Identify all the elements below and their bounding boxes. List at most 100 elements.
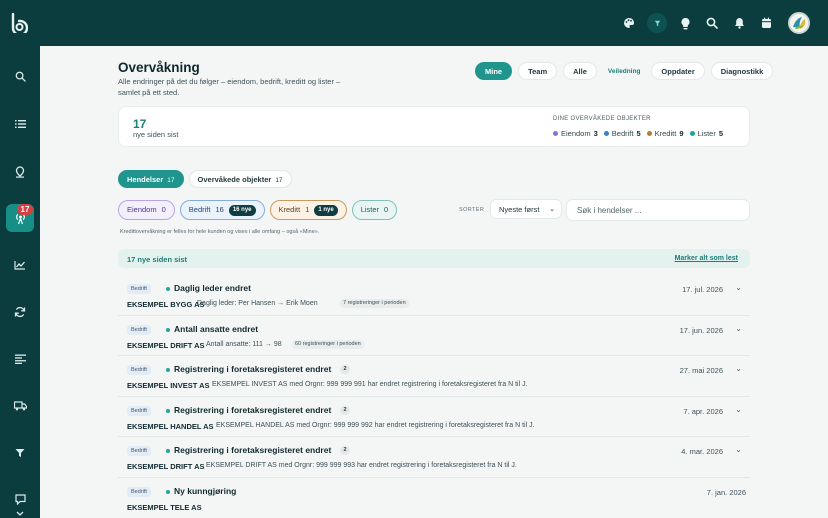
category-badge: Bedrift bbox=[127, 486, 151, 497]
diagnostics-button[interactable]: Diagnostikk bbox=[710, 62, 774, 80]
event-description: Antall ansatte: 111 → 98 bbox=[206, 340, 282, 348]
tab-label: Overvåkede objekter bbox=[197, 175, 272, 184]
event-row[interactable]: Bedrift Antall ansatte endret 17. jun. 2… bbox=[118, 316, 750, 356]
tab-mine[interactable]: Mine bbox=[475, 62, 513, 80]
event-title: Registrering i foretaksregisteret endret bbox=[174, 364, 332, 374]
monitored-objects-title: DINE OVERVÅKEDE OBJEKTER bbox=[553, 116, 651, 122]
new-since-bar: 17 nye siden sist Marker alt som lest bbox=[118, 249, 750, 268]
notification-badge: 17 bbox=[17, 204, 33, 215]
chevron-down-icon[interactable]: ⌄ bbox=[735, 445, 742, 454]
bedrift-dot bbox=[603, 131, 609, 136]
tab-label: Hendelser bbox=[127, 175, 164, 184]
chip-count: 1 bbox=[305, 205, 310, 214]
chevron-down-icon[interactable]: ⌄ bbox=[735, 364, 742, 373]
object-count: 5 bbox=[718, 129, 724, 138]
bell-icon[interactable] bbox=[730, 13, 748, 33]
filter-icon[interactable] bbox=[647, 13, 667, 33]
filter-eiendom[interactable]: Eiendom 0 bbox=[118, 200, 175, 220]
list-lines-icon[interactable] bbox=[8, 347, 32, 371]
search-icon[interactable] bbox=[703, 13, 721, 33]
eiendom-dot bbox=[553, 131, 558, 136]
app-logo[interactable] bbox=[10, 12, 29, 37]
chevron-down-icon[interactable] bbox=[8, 502, 32, 518]
unread-dot bbox=[166, 489, 170, 494]
sort-value: Nyeste først bbox=[499, 205, 540, 214]
filter-bedrift[interactable]: Bedrift 16 16 nye bbox=[179, 200, 265, 220]
tab-hendelser[interactable]: Hendelser 17 bbox=[118, 170, 184, 188]
refresh-icon[interactable] bbox=[8, 300, 32, 324]
company-name: EKSEMPEL DRIFT AS bbox=[127, 462, 205, 471]
unread-dot bbox=[166, 408, 170, 413]
unread-dot bbox=[166, 368, 170, 372]
event-row[interactable]: Bedrift Registrering i foretaksregistere… bbox=[118, 397, 750, 437]
chevron-down-icon[interactable]: ⌄ bbox=[735, 283, 742, 292]
content-tabs: Hendelser 17 Overvåkede objekter 17 bbox=[118, 170, 292, 188]
event-date: 17. jul. 2026 bbox=[682, 285, 723, 294]
registrations-tag: 60 registreringer i perioden bbox=[292, 339, 364, 349]
object-count: 3 bbox=[593, 129, 598, 138]
object-eiendom: Eiendom 3 bbox=[553, 129, 598, 138]
location-pin-icon[interactable] bbox=[8, 160, 32, 184]
object-bedrift: Bedrift 5 bbox=[603, 129, 641, 138]
event-date: 4. mar. 2026 bbox=[681, 447, 723, 456]
filter-kreditt[interactable]: Kreditt 1 1 nye bbox=[269, 200, 347, 220]
chart-icon[interactable] bbox=[8, 253, 32, 277]
event-row[interactable]: Bedrift Ny kunngjøring 7. jan. 2026 EKSE… bbox=[118, 478, 750, 518]
guide-link[interactable]: Veiledning bbox=[603, 62, 646, 80]
event-title: Daglig leder endret bbox=[174, 283, 251, 293]
event-count-badge: 2 bbox=[340, 405, 350, 415]
tab-count: 17 bbox=[167, 177, 175, 184]
refresh-button[interactable]: Oppdater bbox=[651, 62, 705, 80]
filter-icon[interactable] bbox=[8, 441, 32, 465]
chevron-down-icon[interactable]: ⌄ bbox=[735, 324, 742, 333]
new-count: 17 bbox=[133, 117, 147, 131]
sort-label: SORTER bbox=[459, 207, 485, 213]
new-count-label: nye siden sist bbox=[133, 130, 179, 139]
monitored-objects-list: Eiendom 3 Bedrift 5 Kreditt 9 Lister 5 bbox=[553, 129, 723, 138]
sidebar bbox=[0, 46, 40, 518]
filter-lister[interactable]: Lister 0 bbox=[351, 200, 398, 220]
lightbulb-icon[interactable] bbox=[676, 13, 694, 33]
chip-label: Kreditt bbox=[278, 205, 301, 214]
event-date: 17. jun. 2026 bbox=[679, 325, 723, 335]
object-label: Bedrift bbox=[611, 129, 634, 138]
event-row[interactable]: Bedrift Registrering i foretaksregistere… bbox=[118, 437, 750, 478]
event-title: Antall ansatte endret bbox=[174, 323, 259, 334]
palette-icon[interactable] bbox=[620, 13, 638, 33]
chevron-down-icon[interactable]: ⌄ bbox=[735, 405, 742, 414]
object-kreditt: Kreditt 9 bbox=[646, 129, 684, 138]
event-title: Registrering i foretaksregisteret endret bbox=[174, 404, 332, 415]
chip-count: 16 bbox=[215, 205, 224, 214]
chip-label: Eiendom bbox=[127, 205, 157, 214]
sort-select[interactable]: Nyeste først ⌄ bbox=[490, 199, 562, 219]
credit-note: Kredittovervåkning er felles for hele ku… bbox=[120, 229, 320, 235]
chip-new-badge: 16 nye bbox=[228, 204, 256, 216]
event-description: EKSEMPEL INVEST AS med Orgnr: 999 999 99… bbox=[212, 381, 528, 388]
mark-all-read-link[interactable]: Marker alt som lest bbox=[675, 255, 738, 262]
calendar-icon[interactable] bbox=[757, 13, 775, 33]
event-list: Bedrift Daglig leder endret 17. jul. 202… bbox=[118, 275, 750, 518]
tab-alle[interactable]: Alle bbox=[563, 62, 597, 80]
truck-icon[interactable] bbox=[8, 394, 32, 418]
company-name: EKSEMPEL INVEST AS bbox=[127, 381, 210, 390]
search-icon[interactable] bbox=[8, 64, 32, 88]
chip-count: 0 bbox=[161, 205, 166, 214]
event-description: EKSEMPEL HANDEL AS med Orgnr: 999 999 99… bbox=[216, 421, 535, 429]
chip-count: 0 bbox=[384, 205, 389, 214]
category-filters: Eiendom 0 Bedrift 16 16 nye Kreditt 1 1 nye L… bbox=[118, 200, 398, 220]
company-name: EKSEMPEL DRIFT AS bbox=[127, 340, 205, 350]
tab-team[interactable]: Team bbox=[518, 62, 558, 80]
category-badge: Bedrift bbox=[127, 365, 151, 375]
chip-new-badge: 1 nye bbox=[314, 204, 338, 216]
search-input[interactable] bbox=[566, 199, 750, 221]
new-since-text: 17 nye siden sist bbox=[127, 255, 188, 264]
object-label: Lister bbox=[697, 129, 716, 138]
company-name: EKSEMPEL HANDEL AS bbox=[127, 421, 214, 431]
event-row[interactable]: Bedrift Daglig leder endret 17. jul. 202… bbox=[118, 275, 750, 316]
list-icon[interactable] bbox=[8, 112, 32, 136]
tab-overvakede-objekter[interactable]: Overvåkede objekter 17 bbox=[188, 170, 292, 188]
unread-dot bbox=[166, 449, 170, 453]
event-date: 27. mai 2026 bbox=[679, 366, 723, 375]
event-row[interactable]: Bedrift Registrering i foretaksregistere… bbox=[118, 356, 750, 397]
avatar[interactable] bbox=[788, 12, 810, 34]
